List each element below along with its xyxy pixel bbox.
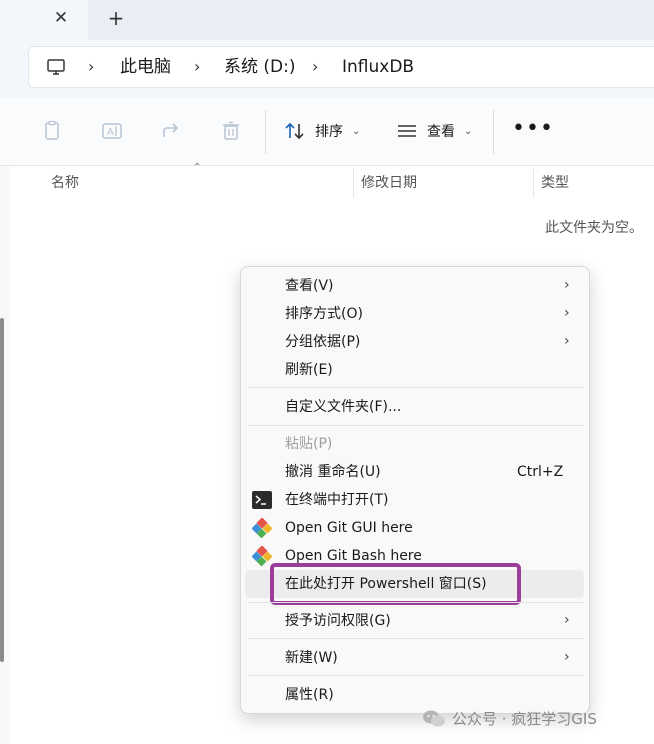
empty-folder-message: 此文件夹为空。: [545, 220, 643, 236]
menu-separator: [248, 425, 584, 426]
menu-item-sort-by[interactable]: 排序方式(O): [285, 303, 363, 325]
column-header-modified[interactable]: 修改日期: [361, 172, 417, 194]
chevron-right-icon[interactable]: ›: [194, 57, 206, 77]
breadcrumb-this-pc[interactable]: 此电脑: [120, 56, 171, 78]
menu-item-customize-folder[interactable]: 自定义文件夹(F)...: [285, 396, 401, 418]
sort-up-icon: ⌃: [193, 162, 202, 173]
menu-item-refresh[interactable]: 刷新(E): [285, 359, 333, 381]
menu-item-undo-rename[interactable]: 撤消 重命名(U): [285, 461, 381, 483]
watermark-text: 公众号 · 疯狂学习GIS: [452, 710, 597, 728]
chevron-right-icon: ›: [564, 277, 570, 293]
chevron-down-icon[interactable]: ⌄: [464, 124, 472, 140]
rename-icon[interactable]: A: [101, 120, 123, 142]
wechat-icon: [423, 710, 445, 727]
column-divider[interactable]: [533, 168, 534, 198]
chevron-right-icon[interactable]: ›: [312, 57, 324, 77]
chevron-right-icon: ›: [564, 649, 570, 665]
svg-text:A: A: [107, 127, 114, 138]
menu-separator: [248, 675, 584, 676]
menu-item-group-by[interactable]: 分组依据(P): [285, 331, 360, 353]
menu-separator: [248, 638, 584, 639]
breadcrumb-influxdb[interactable]: InfluxDB: [342, 56, 414, 78]
column-divider[interactable]: [353, 168, 354, 198]
close-icon[interactable]: ✕: [52, 8, 70, 28]
column-header-name[interactable]: 名称: [51, 172, 79, 194]
git-icon: [252, 546, 272, 566]
menu-item-view[interactable]: 查看(V): [285, 275, 334, 297]
breadcrumb-drive-d[interactable]: 系统 (D:): [224, 56, 296, 78]
terminal-icon: [252, 491, 272, 509]
menu-separator: [248, 387, 584, 388]
undo-shortcut: Ctrl+Z: [517, 464, 564, 480]
new-tab-button[interactable]: +: [106, 6, 126, 30]
menu-item-give-access[interactable]: 授予访问权限(G): [285, 610, 391, 632]
this-pc-icon[interactable]: [46, 57, 66, 77]
chevron-right-icon: ›: [564, 612, 570, 628]
view-icon[interactable]: [396, 120, 418, 142]
menu-item-open-git-gui[interactable]: Open Git GUI here: [285, 517, 413, 539]
chevron-down-icon[interactable]: ⌄: [352, 124, 360, 140]
copy-icon[interactable]: [41, 120, 63, 142]
menu-separator: [248, 602, 584, 603]
view-button[interactable]: 查看: [427, 122, 455, 142]
sort-button[interactable]: 排序: [315, 122, 343, 142]
sort-icon[interactable]: [284, 120, 306, 142]
delete-icon[interactable]: [220, 120, 242, 142]
more-options-button[interactable]: •••: [512, 116, 553, 142]
chevron-right-icon: ›: [564, 305, 570, 321]
menu-item-properties[interactable]: 属性(R): [285, 684, 334, 706]
column-header-type[interactable]: 类型: [541, 172, 569, 194]
command-divider: [493, 110, 494, 154]
menu-item-paste[interactable]: 粘贴(P): [285, 433, 332, 455]
chevron-right-icon[interactable]: ›: [88, 57, 100, 77]
share-icon[interactable]: [161, 120, 183, 142]
nav-scrollbar[interactable]: [0, 318, 4, 662]
tab-strip: ✕ +: [0, 0, 654, 40]
command-divider: [265, 110, 266, 154]
git-icon: [252, 518, 272, 538]
tab-current[interactable]: ✕: [0, 0, 88, 40]
chevron-right-icon: ›: [564, 333, 570, 349]
annotation-highlight-box: [270, 563, 521, 605]
menu-item-new[interactable]: 新建(W): [285, 647, 338, 669]
menu-item-open-in-terminal[interactable]: 在终端中打开(T): [285, 489, 388, 511]
